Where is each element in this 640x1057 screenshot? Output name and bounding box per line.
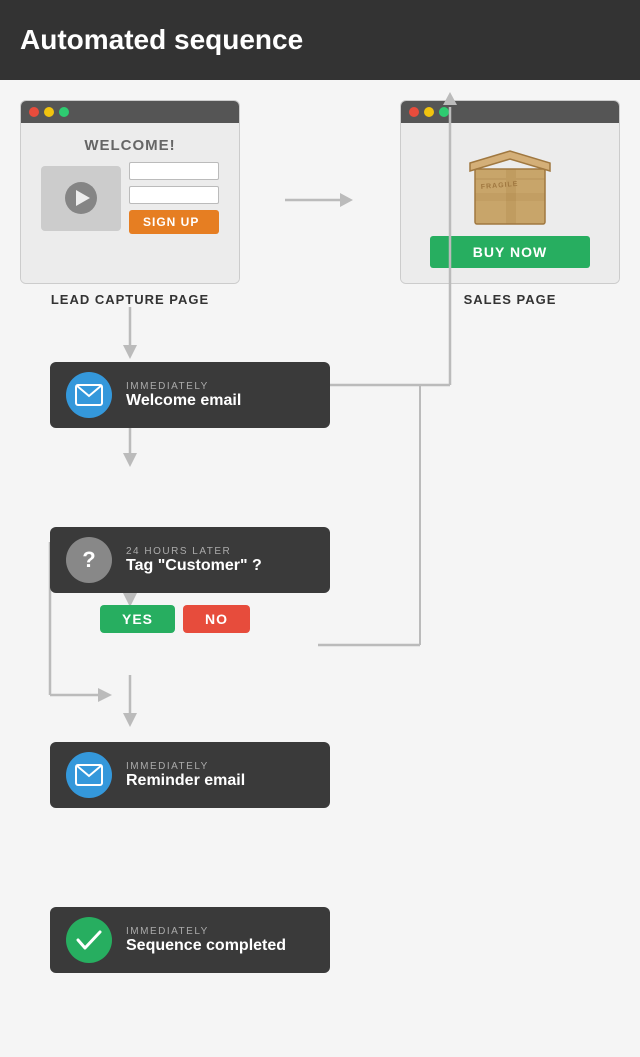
sales-page: FRAGILE BUY NOW SALES PAGE <box>400 100 620 307</box>
email-icon-1 <box>75 384 103 406</box>
sequence-completed-card[interactable]: IMMEDIATELY Sequence completed <box>50 907 330 973</box>
yes-button[interactable]: YES <box>100 605 175 633</box>
arrow-right-icon <box>285 188 355 212</box>
no-button[interactable]: NO <box>183 605 250 633</box>
tag-customer-text: 24 HOURS LATER Tag "Customer" ? <box>126 546 262 575</box>
video-placeholder <box>41 166 121 231</box>
page-title: Automated sequence <box>20 24 303 56</box>
header: Automated sequence <box>0 0 640 80</box>
dot-red <box>29 107 39 117</box>
welcome-email-card[interactable]: IMMEDIATELY Welcome email <box>50 362 330 428</box>
welcome-email-text: IMMEDIATELY Welcome email <box>126 381 241 410</box>
reminder-email-row: IMMEDIATELY Reminder email <box>20 742 620 852</box>
reminder-email-timing: IMMEDIATELY <box>126 761 245 772</box>
welcome-email-label: Welcome email <box>126 392 241 410</box>
sales-page-card: FRAGILE BUY NOW <box>400 100 620 284</box>
sales-page-label: SALES PAGE <box>464 292 557 307</box>
spacer-1 <box>20 472 620 527</box>
flow-steps: IMMEDIATELY Welcome email ? 24 HOURS LAT… <box>20 307 620 1017</box>
box-image: FRAGILE <box>465 141 555 226</box>
sales-page-body: FRAGILE BUY NOW <box>401 123 619 283</box>
welcome-email-row: IMMEDIATELY Welcome email <box>20 362 620 472</box>
reminder-email-card[interactable]: IMMEDIATELY Reminder email <box>50 742 330 808</box>
check-icon <box>75 928 103 952</box>
reminder-email-label: Reminder email <box>126 772 245 790</box>
form-input-2 <box>129 186 219 204</box>
email-icon-circle-2 <box>66 752 112 798</box>
lead-capture-page: WELCOME! SIGN UP <box>20 100 240 307</box>
email-icon-circle-1 <box>66 372 112 418</box>
dot-red-2 <box>409 107 419 117</box>
sequence-completed-label: Sequence completed <box>126 937 286 955</box>
arrow-right-container <box>280 100 360 300</box>
tag-customer-card[interactable]: ? 24 HOURS LATER Tag "Customer" ? <box>50 527 330 593</box>
spacer-3 <box>20 852 620 907</box>
lead-page-label: LEAD CAPTURE PAGE <box>51 292 209 307</box>
tag-customer-row: ? 24 HOURS LATER Tag "Customer" ? YES NO <box>20 527 620 687</box>
dot-yellow <box>44 107 54 117</box>
tag-customer-timing: 24 HOURS LATER <box>126 546 262 557</box>
page-card-titlebar <box>21 101 239 123</box>
question-icon-circle: ? <box>66 537 112 583</box>
sequence-completed-text: IMMEDIATELY Sequence completed <box>126 926 286 955</box>
buynow-button[interactable]: BUY NOW <box>430 236 590 268</box>
play-icon <box>65 182 97 214</box>
form-inputs: SIGN UP <box>129 162 219 234</box>
question-mark-icon: ? <box>82 547 95 573</box>
lead-form-row: SIGN UP <box>33 162 227 234</box>
form-input-1 <box>129 162 219 180</box>
dot-green-2 <box>439 107 449 117</box>
welcome-text: WELCOME! <box>84 137 175 154</box>
welcome-email-timing: IMMEDIATELY <box>126 381 241 392</box>
dot-green <box>59 107 69 117</box>
sequence-completed-timing: IMMEDIATELY <box>126 926 286 937</box>
sales-page-titlebar <box>401 101 619 123</box>
tag-customer-label: Tag "Customer" ? <box>126 557 262 575</box>
signup-button[interactable]: SIGN UP <box>129 210 219 234</box>
yes-no-buttons: YES NO <box>100 605 250 633</box>
email-icon-2 <box>75 764 103 786</box>
play-triangle <box>76 190 90 206</box>
lead-page-card: WELCOME! SIGN UP <box>20 100 240 284</box>
reminder-email-text: IMMEDIATELY Reminder email <box>126 761 245 790</box>
check-icon-circle <box>66 917 112 963</box>
spacer-2 <box>20 687 620 742</box>
sequence-completed-row: IMMEDIATELY Sequence completed <box>20 907 620 1017</box>
lead-page-body: WELCOME! SIGN UP <box>21 123 239 283</box>
dot-yellow-2 <box>424 107 434 117</box>
